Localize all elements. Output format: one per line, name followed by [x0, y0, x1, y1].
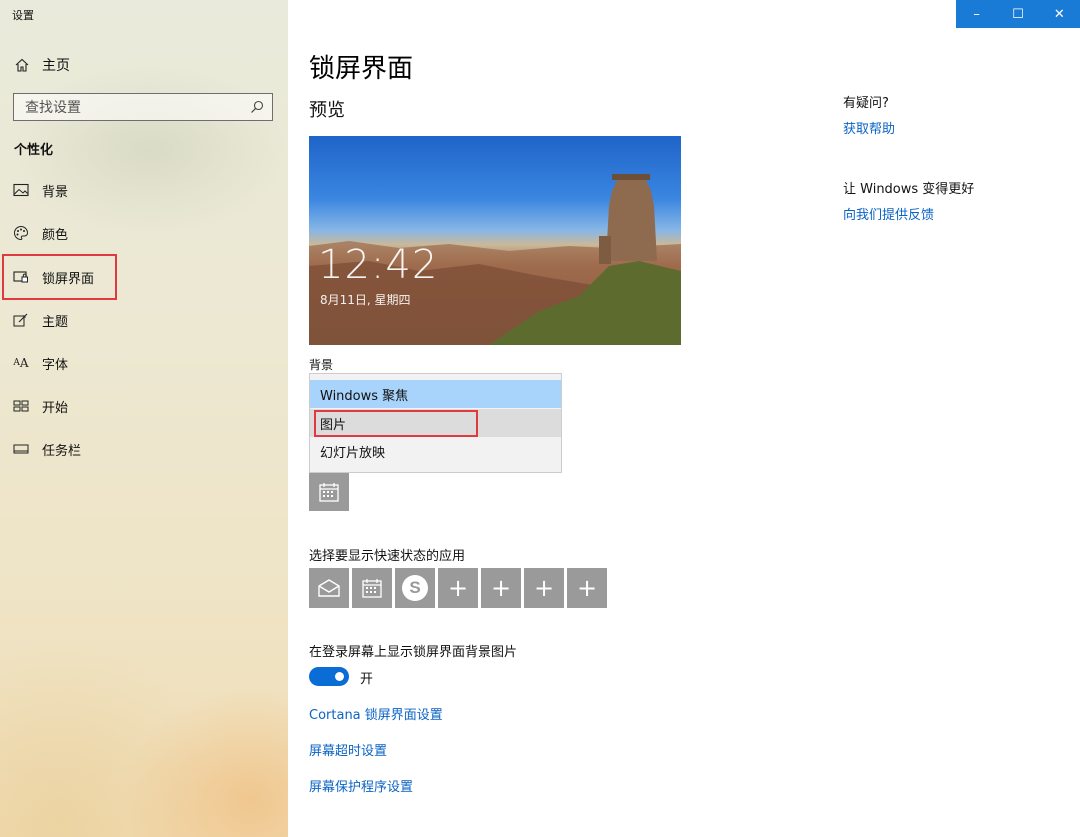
plus-icon: +: [447, 574, 469, 602]
toggle-state-label: 开: [360, 672, 374, 687]
highlight-box-picture: [314, 410, 478, 437]
quick-status-add-button[interactable]: +: [567, 568, 607, 608]
skype-icon: S: [402, 575, 428, 601]
sidebar-item-themes[interactable]: 主题: [0, 307, 288, 333]
quick-status-add-button[interactable]: +: [481, 568, 521, 608]
screen-timeout-link[interactable]: 屏幕超时设置: [309, 740, 387, 759]
quick-status-mail-button[interactable]: [309, 568, 349, 608]
minimize-button[interactable]: –: [956, 0, 997, 28]
window-controls: – ☐ ✕: [956, 0, 1080, 28]
sidebar-item-home[interactable]: 主页: [14, 54, 70, 76]
palette-icon: [13, 225, 29, 241]
sidebar-item-colors[interactable]: 颜色: [0, 220, 288, 246]
sidebar-item-label: 背景: [42, 184, 69, 200]
theme-icon: [13, 312, 29, 328]
sidebar: 设置 主页 查找设置 个性化 背景 颜色 锁屏界面 主题 A A 字体 开始 任…: [0, 0, 288, 837]
login-background-toggle[interactable]: [309, 667, 349, 686]
page-title: 锁屏界面: [309, 54, 414, 84]
preview-time: 12:42: [318, 242, 439, 288]
maximize-button[interactable]: ☐: [997, 0, 1038, 28]
calendar-icon: [319, 483, 339, 502]
screensaver-settings-link[interactable]: 屏幕保护程序设置: [309, 776, 413, 795]
plus-icon: +: [576, 574, 598, 602]
sidebar-item-label: 开始: [42, 400, 69, 416]
preview-landscape: [309, 174, 681, 345]
mail-icon: [318, 579, 340, 597]
lock-screen-preview: 12:42 8月11日, 星期四: [309, 136, 681, 345]
quick-status-add-button[interactable]: +: [438, 568, 478, 608]
quick-status-add-button[interactable]: +: [524, 568, 564, 608]
sidebar-item-label: 主题: [42, 314, 69, 330]
main-content: – ☐ ✕ 锁屏界面 预览 12:42 8月11日, 星期四 背景 Window…: [288, 0, 1080, 837]
highlight-box-lock-screen: [2, 254, 117, 300]
search-icon: [251, 100, 264, 113]
app-title: 设置: [12, 9, 34, 22]
sidebar-item-label: 任务栏: [42, 443, 82, 459]
calendar-app-button[interactable]: [309, 473, 349, 511]
feedback-link[interactable]: 向我们提供反馈: [843, 204, 934, 223]
sidebar-item-taskbar[interactable]: 任务栏: [0, 436, 288, 462]
taskbar-icon: [13, 441, 29, 457]
search-input[interactable]: 查找设置: [13, 93, 273, 121]
sidebar-item-start[interactable]: 开始: [0, 393, 288, 419]
preview-date: 8月11日, 星期四: [320, 293, 411, 307]
background-option-slideshow[interactable]: 幻灯片放映: [310, 437, 561, 465]
quick-status-label: 选择要显示快速状态的应用: [309, 549, 466, 564]
sidebar-item-label: 颜色: [42, 227, 69, 243]
quick-status-calendar-button[interactable]: [352, 568, 392, 608]
image-icon: [13, 182, 29, 198]
home-icon: [15, 58, 29, 72]
sidebar-item-label: 主页: [42, 58, 70, 74]
start-icon: [13, 398, 29, 414]
plus-icon: +: [533, 574, 555, 602]
sidebar-item-fonts[interactable]: AA 字体: [0, 350, 288, 376]
plus-icon: +: [490, 574, 512, 602]
search-placeholder: 查找设置: [25, 100, 81, 116]
section-title: 个性化: [14, 143, 54, 158]
quick-status-skype-button[interactable]: S: [395, 568, 435, 608]
toggle-knob: [335, 672, 344, 681]
help-question: 有疑问?: [843, 96, 889, 111]
calendar-icon: [362, 579, 382, 598]
sidebar-item-label: 字体: [42, 357, 69, 373]
background-option-spotlight[interactable]: Windows 聚焦: [310, 380, 561, 408]
close-button[interactable]: ✕: [1039, 0, 1080, 28]
preview-label: 预览: [309, 100, 345, 121]
sidebar-item-background[interactable]: 背景: [0, 177, 288, 203]
quick-status-row: S + + + +: [309, 568, 607, 608]
login-background-label: 在登录屏幕上显示锁屏界面背景图片: [309, 645, 518, 660]
font-icon: AA: [13, 356, 29, 370]
cortana-settings-link[interactable]: Cortana 锁屏界面设置: [309, 704, 443, 723]
get-help-link[interactable]: 获取帮助: [843, 118, 895, 137]
background-label: 背景: [309, 358, 334, 372]
improve-windows-label: 让 Windows 变得更好: [843, 182, 975, 197]
